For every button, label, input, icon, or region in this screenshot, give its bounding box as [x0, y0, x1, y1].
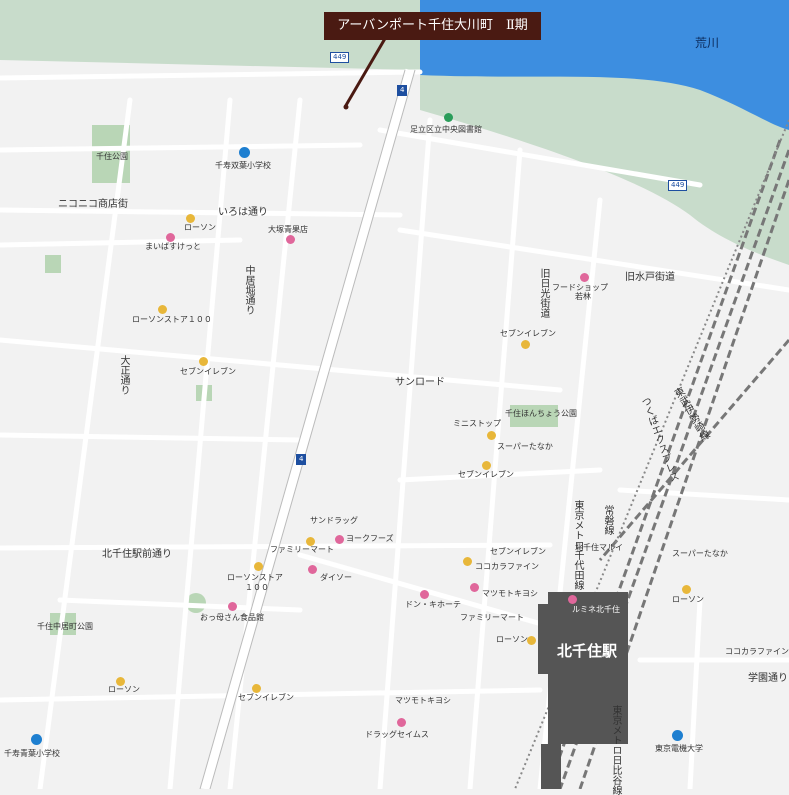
label-nakai-park: 千住中居町公園: [37, 622, 93, 631]
shop-icon: [470, 583, 479, 592]
shop-icon: [166, 233, 175, 242]
park-small: [45, 255, 61, 273]
label-drugseims: ドラッグセイムス: [365, 730, 429, 739]
label-hanchou-park: 千住ほんちょう公園: [505, 409, 577, 418]
label-lawson3: ローソン: [672, 595, 704, 604]
label-kitasenju-ekimae: 北千住駅前通り: [102, 549, 172, 560]
shop-icon: [286, 235, 295, 244]
label-foodshop: フードショップ: [552, 283, 608, 292]
label-hibiya: 東京メトロ日比谷線: [610, 705, 621, 795]
label-lawson100b: ローソンストア: [227, 573, 283, 582]
label-seven3: セブンイレブン: [458, 470, 514, 479]
label-sundrug: サンドラッグ: [310, 516, 358, 525]
label-marui: 北千住マルイ: [575, 543, 623, 552]
store-icon: [487, 431, 496, 440]
shop-icon: [580, 273, 589, 282]
label-seven4: セブンイレブン: [490, 547, 546, 556]
label-familymart1: ファミリーマート: [270, 545, 334, 554]
label-lawson100b2: １００: [245, 583, 269, 592]
station-platform: [538, 604, 548, 674]
label-library: 足立区立中央図書館: [410, 125, 482, 134]
label-gakuen: 学園通り: [748, 673, 788, 684]
label-denki-univ: 東京電機大学: [655, 744, 703, 753]
route-449-shield: 449: [330, 52, 350, 63]
label-seven1: セブンイレブン: [180, 367, 236, 376]
label-lawson2: ローソン: [496, 635, 528, 644]
label-supertanaka2: スーパーたなか: [672, 549, 728, 558]
label-school1: 千寿双葉小学校: [215, 161, 271, 170]
shop-icon: [308, 565, 317, 574]
label-taishodori: 大正通り: [118, 355, 129, 395]
label-kyumito: 旧水戸街道: [625, 272, 675, 283]
label-lumine: ルミネ北千住: [572, 605, 620, 614]
label-irohadori: いろは通り: [218, 207, 268, 218]
label-matsukiyo1: マツモトキヨシ: [482, 589, 538, 598]
label-wakabayashi: 若林: [575, 292, 591, 301]
route-4-shield: 4: [397, 85, 408, 96]
store-icon: [521, 340, 530, 349]
label-maibasu: まいばすけっと: [145, 242, 201, 251]
route-4: [200, 68, 415, 789]
store-icon: [186, 214, 195, 223]
label-nikoniko: ニコニコ商店街: [58, 199, 128, 210]
school-icon: [239, 147, 250, 158]
store-icon: [527, 636, 536, 645]
shop-icon: [228, 602, 237, 611]
label-cocokara1: ココカラファイン: [475, 562, 539, 571]
store-icon: [254, 562, 263, 571]
label-supertanaka1: スーパーたなか: [497, 442, 553, 451]
route-4-shield-2: 4: [296, 454, 307, 465]
station-label: 北千住駅: [556, 642, 617, 660]
label-familymart2: ファミリーマート: [460, 613, 524, 622]
label-school2: 千寿青葉小学校: [4, 749, 60, 758]
label-joban: 常磐線: [602, 505, 613, 535]
label-lawson100a: ローソンストア１００: [132, 315, 212, 324]
shop-icon: [397, 718, 406, 727]
label-cocokara2: ココカラファイン: [725, 647, 789, 656]
label-nakaihori: 中居堀通り: [243, 265, 254, 315]
shop-icon: [420, 590, 429, 599]
label-donki: ドン・キホーテ: [405, 600, 461, 609]
store-icon: [682, 585, 691, 594]
library-icon: [444, 113, 453, 122]
label-daiso: ダイソー: [320, 573, 352, 582]
label-senju-park: 千住公園: [96, 152, 128, 161]
label-sunroad: サンロード: [395, 377, 445, 388]
label-matsukiyo2: マツモトキヨシ: [395, 696, 451, 705]
label-yorks: ヨークフーズ: [346, 534, 394, 543]
store-icon: [158, 305, 167, 314]
school-icon: [672, 730, 683, 741]
label-seven5: セブンイレブン: [238, 693, 294, 702]
route-449-shield-2: 449: [668, 180, 688, 191]
label-ministop: ミニストップ: [453, 419, 501, 428]
store-icon: [199, 357, 208, 366]
label-lawson4: ローソン: [108, 685, 140, 694]
shop-icon: [568, 595, 577, 604]
label-kyunikko: 旧日光街道: [538, 268, 549, 318]
property-title: アーバンポート千住大川町 Ⅱ期: [324, 12, 541, 40]
label-seven2: セブンイレブン: [500, 329, 556, 338]
label-okkasan: おっ母さん食品館: [200, 613, 264, 622]
shop-icon: [335, 535, 344, 544]
station-platform2: [541, 744, 561, 789]
store-icon: [463, 557, 472, 566]
school-icon: [31, 734, 42, 745]
label-otsuka: 大塚青果店: [268, 225, 308, 234]
label-lawson1: ローソン: [184, 223, 216, 232]
river-label: 荒川: [695, 36, 720, 50]
rail-tobu: [598, 339, 789, 561]
store-icon: [252, 684, 261, 693]
store-icon: [482, 461, 491, 470]
